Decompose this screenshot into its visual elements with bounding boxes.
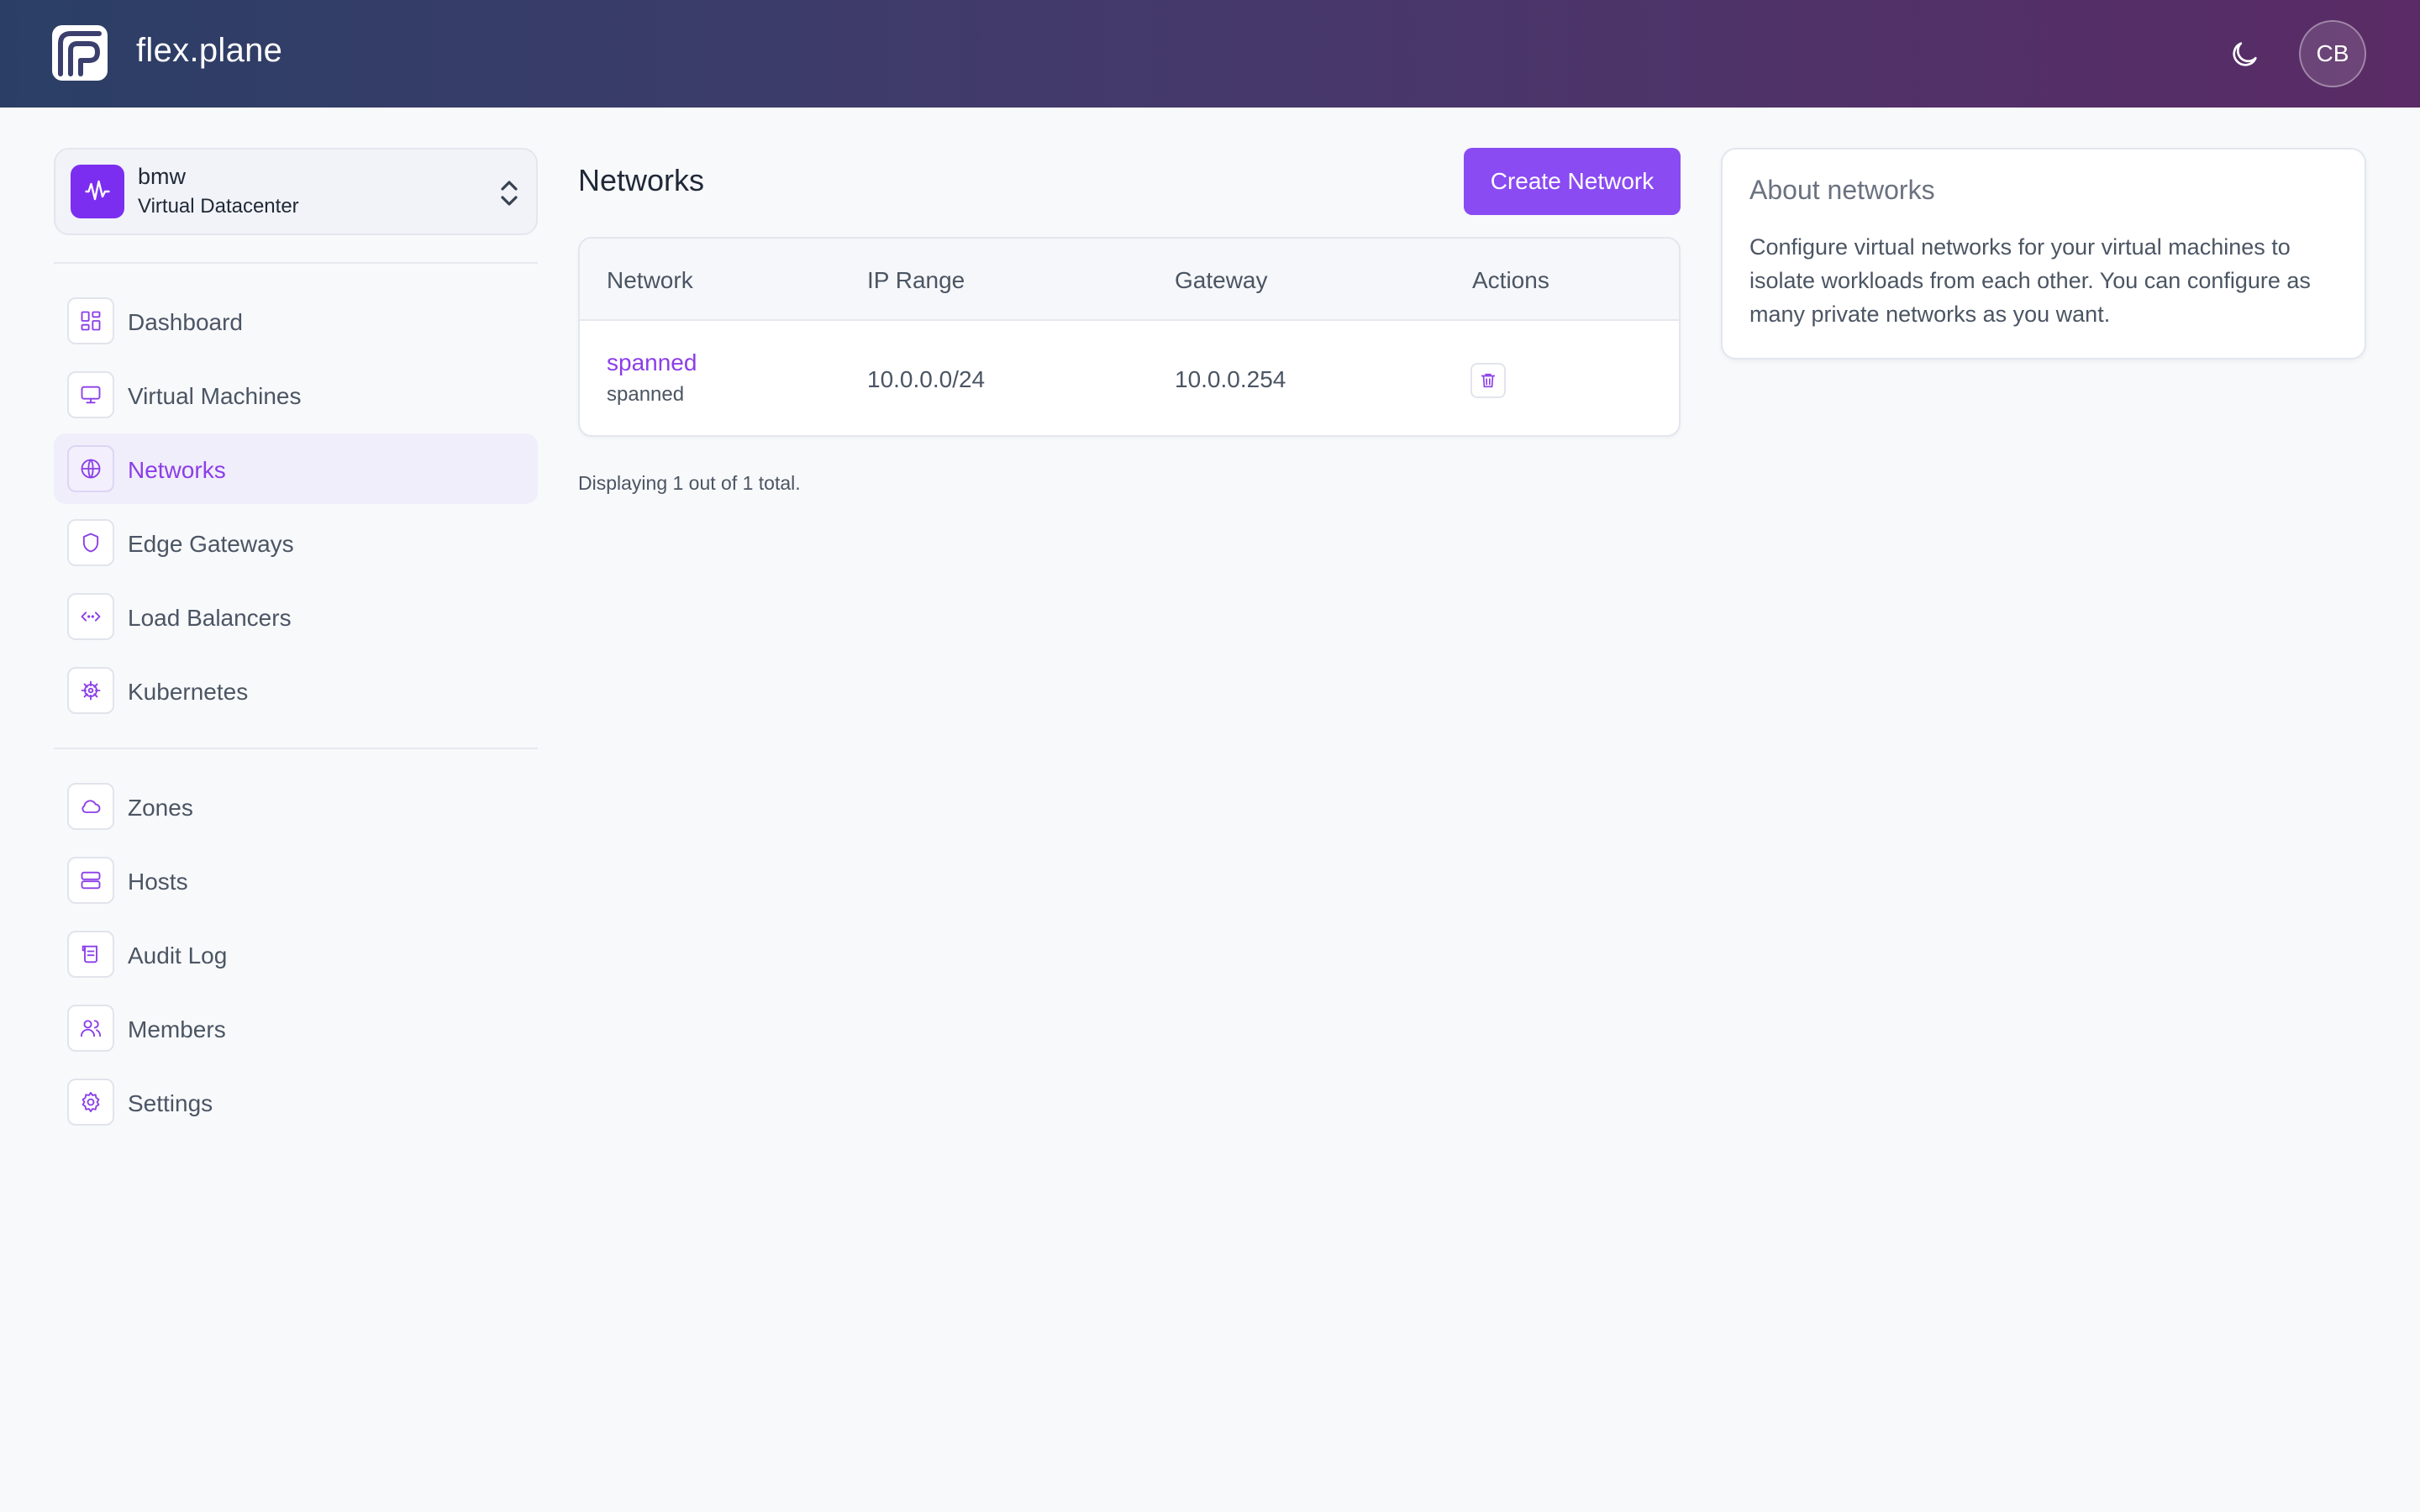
code-arrows-icon — [67, 593, 114, 640]
network-gateway: 10.0.0.254 — [1175, 366, 1286, 392]
sidebar-item-label: Dashboard — [128, 309, 243, 335]
column-header-actions: Actions — [1472, 267, 1549, 293]
sidebar-item-networks[interactable]: Networks — [54, 433, 538, 504]
sidebar-item-audit-log[interactable]: Audit Log — [54, 919, 538, 990]
sidebar-item-edge-gateways[interactable]: Edge Gateways — [54, 507, 538, 578]
sidebar-item-label: Networks — [128, 457, 226, 483]
helm-icon — [67, 667, 114, 714]
sidebar-item-label: Load Balancers — [128, 605, 292, 631]
brand-name[interactable]: flex.plane — [136, 32, 282, 70]
globe-icon — [67, 445, 114, 492]
page-title: Networks — [578, 163, 705, 197]
sidebar-item-zones[interactable]: Zones — [54, 771, 538, 842]
network-ip-range: 10.0.0.0/24 — [867, 366, 986, 392]
shield-icon — [67, 519, 114, 566]
results-count: Displaying 1 out of 1 total. — [578, 472, 801, 494]
waveform-icon — [85, 180, 110, 201]
gear-icon — [67, 1079, 114, 1126]
table-header: Network IP Range Gateway Actions — [580, 239, 1679, 321]
user-avatar[interactable]: CB — [2299, 20, 2366, 87]
sidebar-item-label: Settings — [128, 1090, 213, 1116]
create-network-button[interactable]: Create Network — [1464, 148, 1681, 215]
sidebar-item-label: Hosts — [128, 869, 188, 895]
sidebar-item-kubernetes[interactable]: Kubernetes — [54, 655, 538, 726]
about-description: Configure virtual networks for your virt… — [1749, 234, 2311, 327]
monitor-icon — [67, 371, 114, 418]
sidebar-divider — [54, 262, 538, 264]
network-name-link[interactable]: spanned — [607, 349, 697, 376]
about-title: About networks — [1749, 175, 1935, 205]
table-row: spanned spanned 10.0.0.0/24 10.0.0.254 — [580, 321, 1679, 435]
datacenter-switcher[interactable]: bmw Virtual Datacenter — [54, 148, 538, 235]
scroll-icon — [67, 931, 114, 978]
sidebar-item-dashboard[interactable]: Dashboard — [54, 286, 538, 356]
datacenter-name: bmw — [138, 164, 187, 189]
trash-icon — [1481, 373, 1496, 388]
sidebar-item-label: Members — [128, 1016, 226, 1042]
sidebar-item-label: Virtual Machines — [128, 383, 302, 409]
sidebar-divider — [54, 748, 538, 749]
network-subtitle: spanned — [607, 383, 685, 406]
sidebar-item-hosts[interactable]: Hosts — [54, 845, 538, 916]
flexplane-logo-icon[interactable] — [52, 25, 108, 81]
datacenter-type: Virtual Datacenter — [138, 195, 299, 218]
datacenter-badge — [71, 165, 124, 218]
top-header: flex.plane CB — [0, 0, 2420, 108]
server-icon — [67, 857, 114, 904]
users-icon — [67, 1005, 114, 1052]
sidebar-item-virtual-machines[interactable]: Virtual Machines — [54, 360, 538, 430]
sidebar-item-label: Edge Gateways — [128, 531, 294, 557]
sidebar-item-label: Audit Log — [128, 942, 228, 969]
networks-table: Network IP Range Gateway Actions spanned… — [578, 237, 1681, 437]
sidebar-item-settings[interactable]: Settings — [54, 1067, 538, 1137]
sidebar-item-label: Kubernetes — [128, 679, 249, 705]
column-header-network: Network — [607, 267, 693, 293]
sidebar-item-label: Zones — [128, 795, 193, 821]
sidebar-item-members[interactable]: Members — [54, 993, 538, 1063]
chevron-up-down-icon — [501, 181, 518, 206]
dark-mode-toggle[interactable] — [2225, 35, 2264, 74]
about-networks-card: About networks Configure virtual network… — [1721, 148, 2366, 360]
sidebar-item-load-balancers[interactable]: Load Balancers — [54, 581, 538, 652]
moon-icon — [2233, 42, 2257, 66]
column-header-gateway: Gateway — [1175, 267, 1268, 293]
delete-network-button[interactable] — [1470, 363, 1506, 398]
dashboard-icon — [67, 297, 114, 344]
column-header-ip-range: IP Range — [867, 267, 965, 293]
cloud-icon — [67, 783, 114, 830]
